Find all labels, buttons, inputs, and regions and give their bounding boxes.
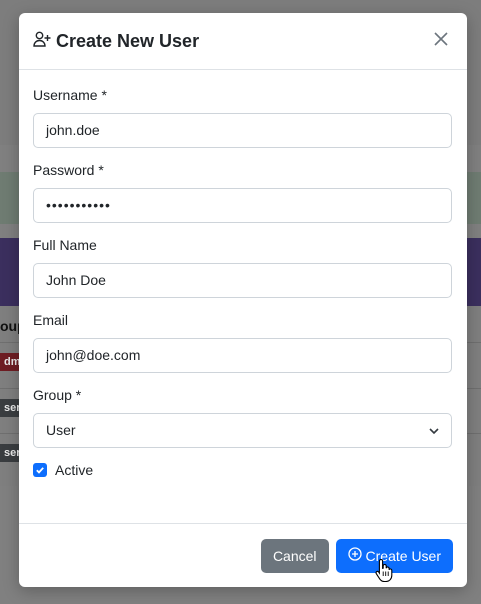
user-plus-icon (33, 31, 56, 52)
chevron-down-icon (428, 424, 440, 442)
full-name-input[interactable]: John Doe (33, 263, 452, 298)
email-input[interactable]: john@doe.com (33, 338, 452, 373)
close-button[interactable] (429, 29, 453, 53)
create-user-modal: Create New User Username * john.doe Pass… (19, 13, 467, 587)
email-label: Email (33, 312, 69, 328)
password-label: Password * (33, 162, 104, 178)
username-input[interactable]: john.doe (33, 113, 452, 148)
password-group: Password * ••••••••••• (33, 162, 453, 223)
modal-header: Create New User (19, 13, 467, 70)
plus-circle-icon (347, 547, 366, 564)
group-select[interactable]: User (33, 413, 452, 448)
group-select-wrapper: User (33, 413, 453, 448)
cancel-button[interactable]: Cancel (260, 538, 329, 573)
hand-cursor-icon (375, 558, 393, 587)
full-name-label: Full Name (33, 237, 97, 253)
modal-footer: Cancel Create User (19, 523, 467, 587)
close-icon (433, 31, 449, 52)
create-user-button[interactable]: Create User (335, 538, 453, 573)
modal-title: Create New User (33, 31, 199, 52)
group-group: Group * User (33, 387, 453, 448)
username-label: Username * (33, 87, 107, 103)
email-group: Email john@doe.com (33, 312, 453, 373)
full-name-group: Full Name John Doe (33, 237, 453, 298)
password-input[interactable]: ••••••••••• (33, 188, 452, 223)
active-row: Active (33, 462, 453, 478)
modal-body: Username * john.doe Password * •••••••••… (19, 70, 467, 523)
modal-title-text: Create New User (56, 30, 200, 51)
active-checkbox[interactable] (33, 463, 47, 477)
active-label: Active (55, 462, 94, 478)
username-group: Username * john.doe (33, 87, 453, 148)
group-label: Group * (33, 387, 82, 403)
